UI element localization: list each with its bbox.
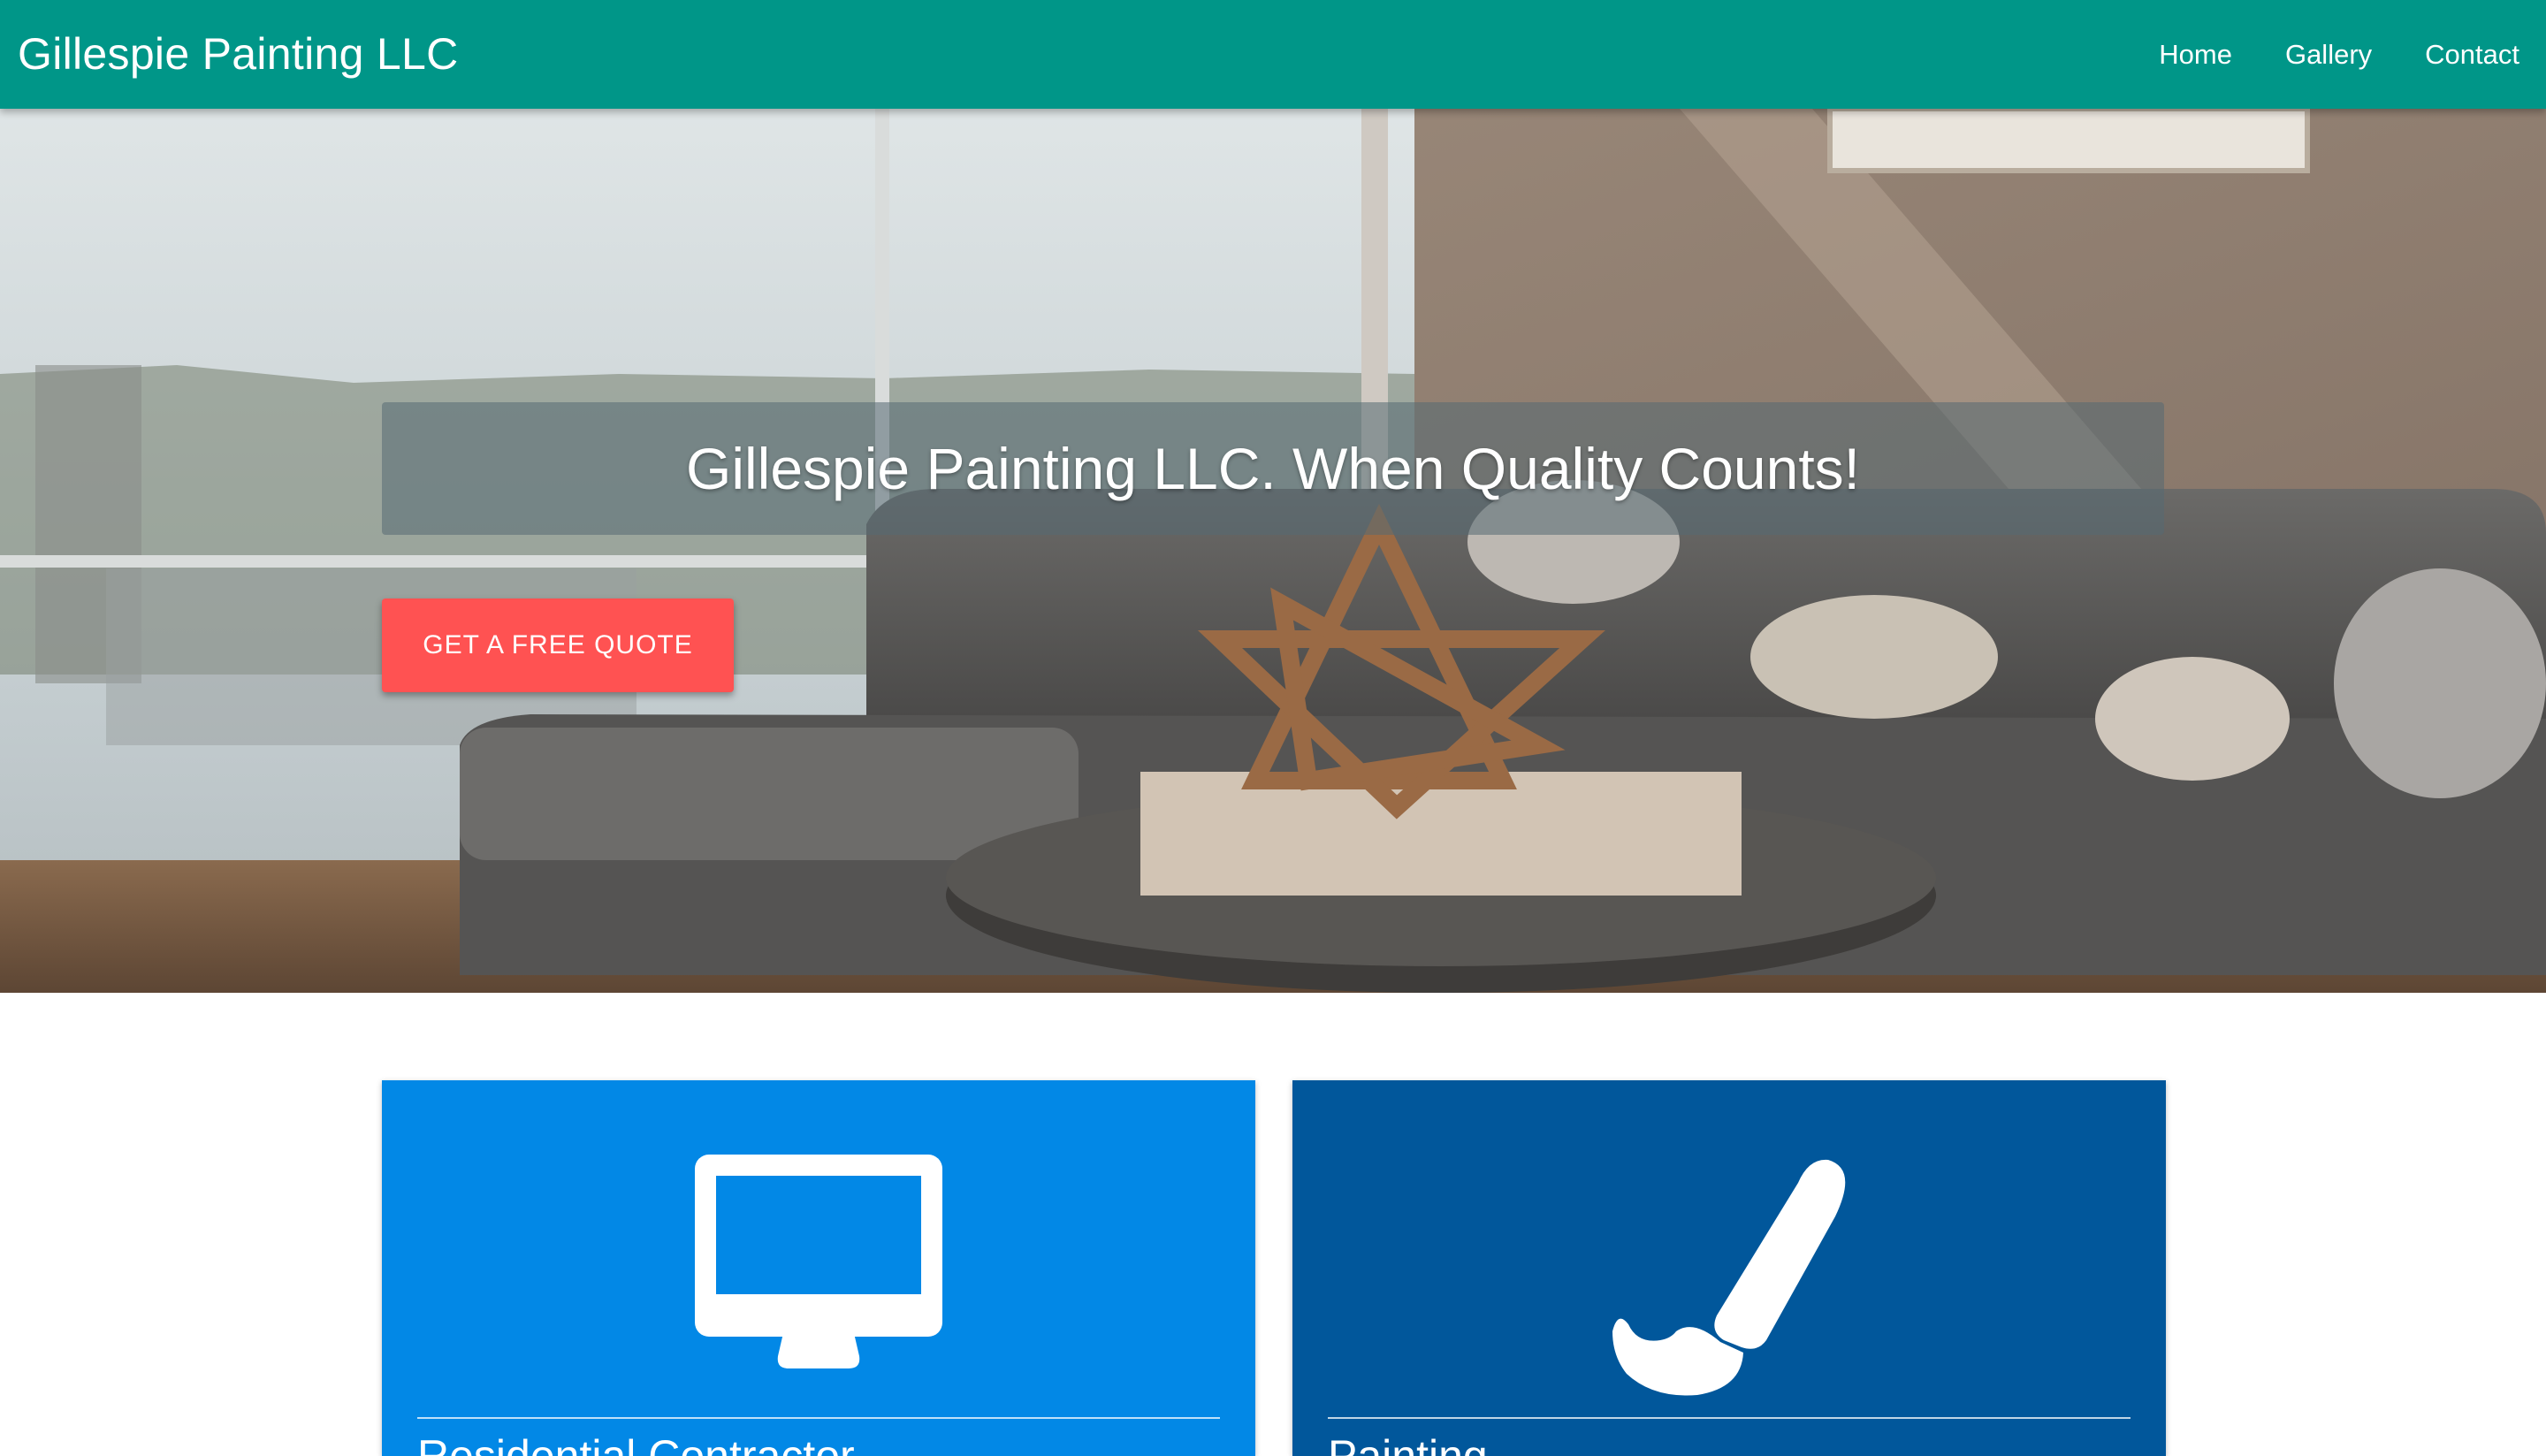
card-title: Painting bbox=[1328, 1431, 1488, 1456]
brand-logo-text[interactable]: Gillespie Painting LLC bbox=[18, 0, 459, 109]
paintbrush-icon bbox=[1612, 1159, 1846, 1396]
service-card-residential[interactable]: Residential Contractor bbox=[382, 1080, 1255, 1456]
nav-link-gallery[interactable]: Gallery bbox=[2285, 39, 2372, 71]
hero-living-room-photo bbox=[0, 109, 2546, 993]
service-card-painting[interactable]: Painting bbox=[1292, 1080, 2166, 1456]
nav-link-home[interactable]: Home bbox=[2159, 39, 2232, 71]
hero-banner: Gillespie Painting LLC. When Quality Cou… bbox=[0, 109, 2546, 993]
main-nav: Home Gallery Contact bbox=[2106, 0, 2519, 109]
nav-link-contact[interactable]: Contact bbox=[2425, 39, 2519, 71]
card-divider bbox=[417, 1417, 1220, 1419]
card-title: Residential Contractor bbox=[417, 1431, 855, 1456]
card-divider bbox=[1328, 1417, 2131, 1419]
desktop-monitor-icon bbox=[695, 1155, 942, 1368]
free-quote-button[interactable]: GET A FREE QUOTE bbox=[382, 598, 734, 692]
top-navbar: Gillespie Painting LLC Home Gallery Cont… bbox=[0, 0, 2546, 109]
hero-title-panel: Gillespie Painting LLC. When Quality Cou… bbox=[382, 402, 2164, 535]
hero-title: Gillespie Painting LLC. When Quality Cou… bbox=[686, 436, 1860, 501]
